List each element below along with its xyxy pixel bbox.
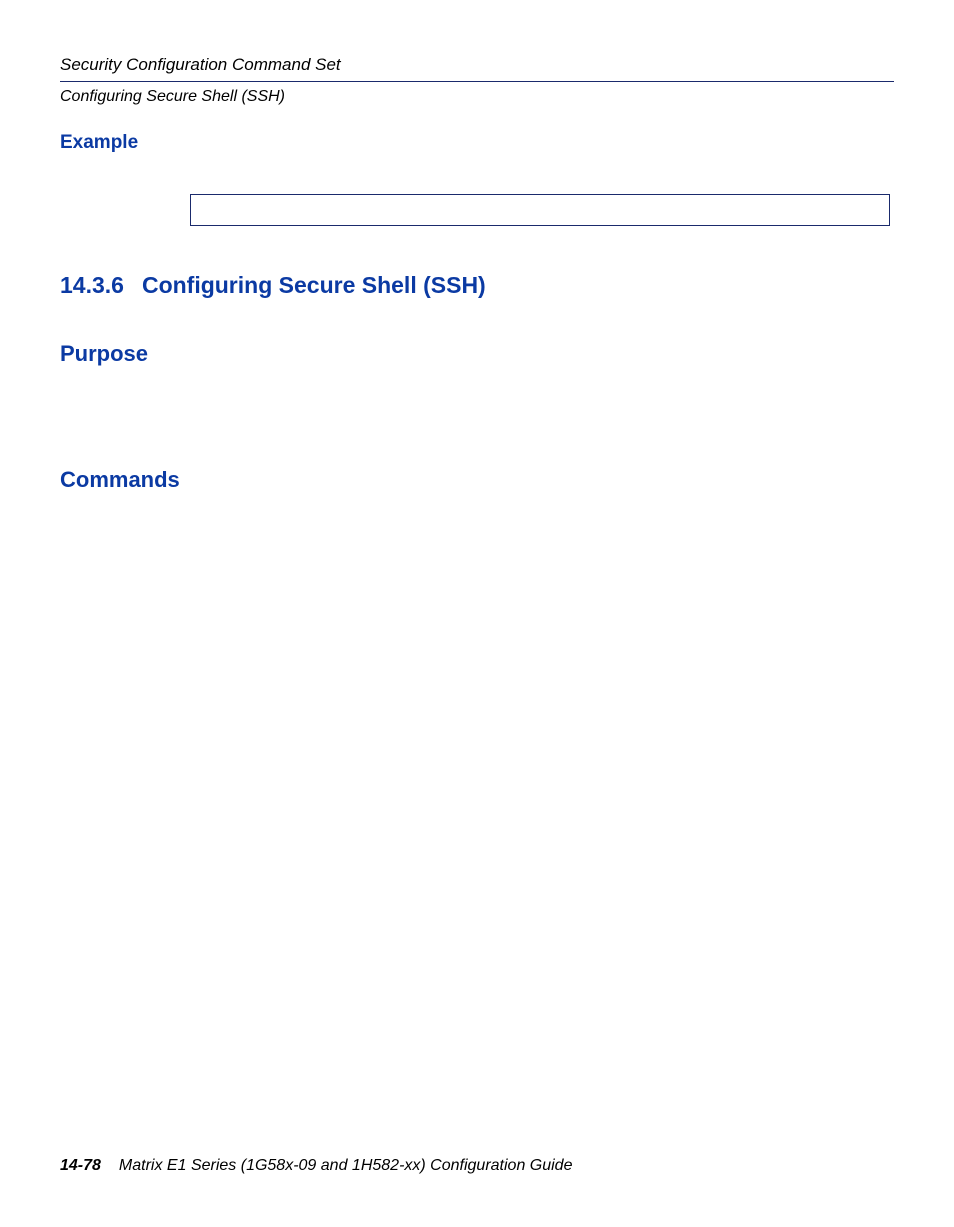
heading-purpose: Purpose [60,341,894,367]
heading-example: Example [60,132,894,154]
section-title: Configuring Secure Shell (SSH) [142,272,486,298]
code-box [190,194,890,226]
document-page: Security Configuration Command Set Confi… [0,0,954,1227]
footer-doc-title: Matrix E1 Series (1G58x-09 and 1H582-xx)… [119,1157,573,1174]
running-header: Security Configuration Command Set [60,55,894,81]
section-number: 14.3.6 [60,272,124,299]
page-footer: 14-78 Matrix E1 Series (1G58x-09 and 1H58… [60,1157,572,1175]
header-rule [60,81,894,82]
running-subheader: Configuring Secure Shell (SSH) [60,88,894,106]
heading-commands: Commands [60,467,894,493]
heading-section: 14.3.6 Configuring Secure Shell (SSH) [60,272,894,299]
page-number: 14-78 [60,1157,101,1174]
